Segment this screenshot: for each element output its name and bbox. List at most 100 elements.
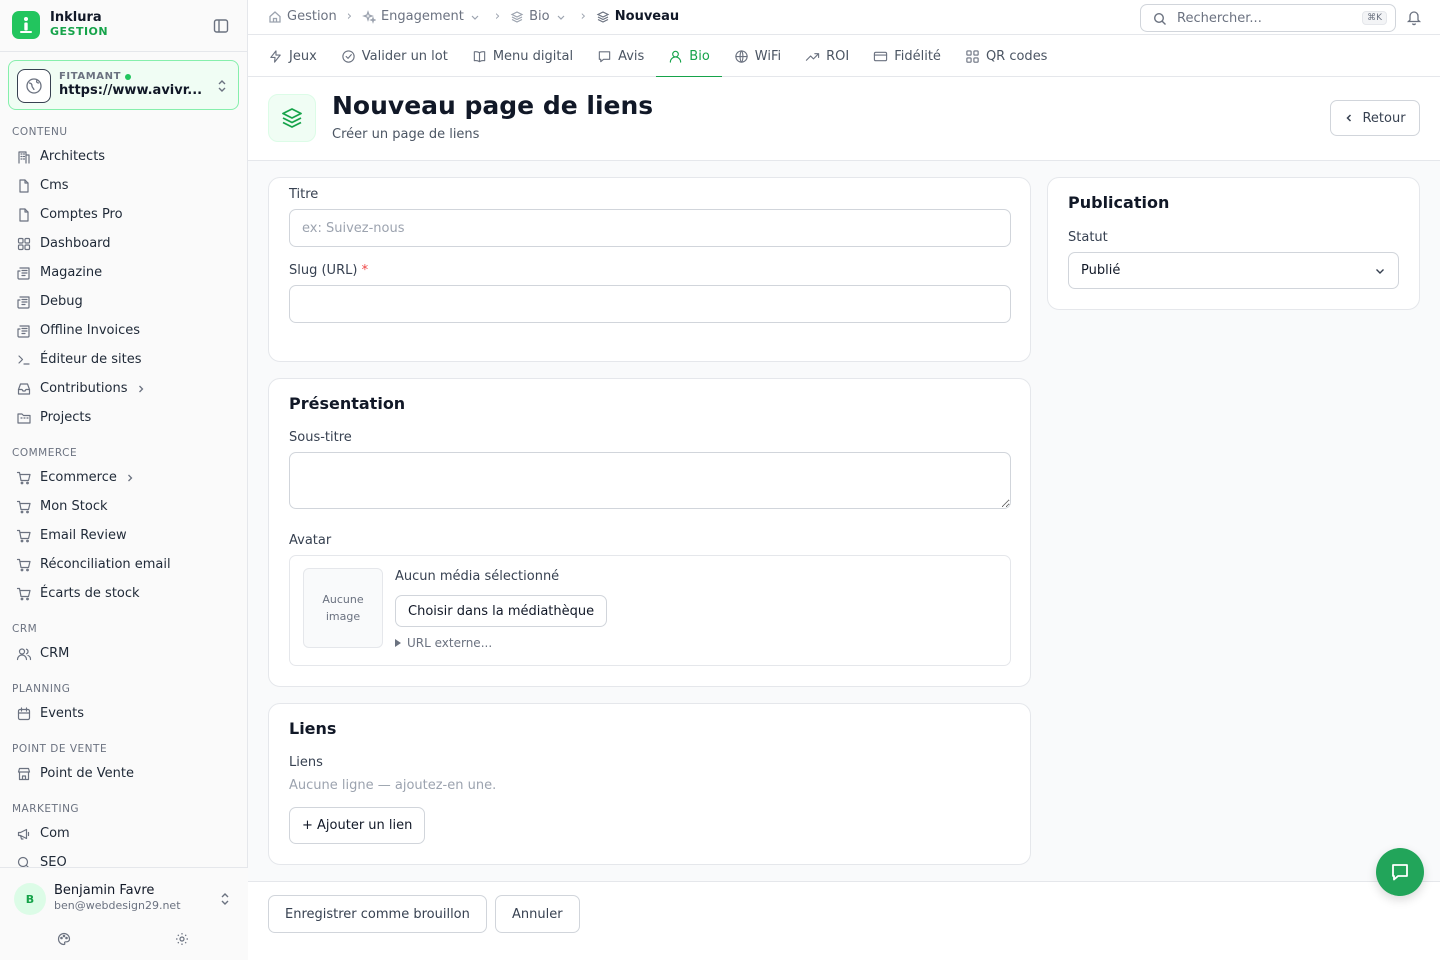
brand-logo-icon [12,11,40,39]
page-subtitle: Créer un page de liens [332,127,480,142]
newspaper-icon [17,295,30,309]
sidebar-toggle-icon[interactable] [212,17,230,35]
cart-icon [16,587,31,600]
calendar-icon [17,706,31,720]
sidebar-item-label: CRM [40,646,70,661]
statut-select[interactable]: Publié [1068,252,1399,289]
search-icon [17,856,30,867]
links-title: Liens [289,719,337,738]
tab-menu-digital[interactable]: Menu digital [460,35,585,77]
tab-jeux[interactable]: Jeux [256,35,329,77]
chat-button[interactable] [1376,848,1424,896]
breadcrumb-current: Nouveau [596,9,679,24]
tab-roi[interactable]: ROI [793,35,861,77]
site-label: FITAMANT [59,71,132,82]
sidebar-item-label: Projects [40,410,92,425]
terminal-icon [18,354,30,365]
chevron-right-icon [138,385,143,392]
sidebar-item-events[interactable]: Events [0,699,248,728]
chevrons-up-down-icon [216,78,228,94]
sidebar-item-architects[interactable]: Architects [0,142,248,171]
sidebar-divider [0,51,248,52]
presentation-title: Présentation [289,394,406,413]
sous-titre-textarea[interactable] [289,452,1011,509]
online-dot [125,73,132,80]
tab-fidelite[interactable]: Fidélité [861,35,953,77]
sidebar-item-seo[interactable]: SEO [0,848,248,867]
page-header: Nouveau page de liens Créer un page de l… [248,77,1440,161]
sidebar-item-crm[interactable]: CRM [0,639,248,668]
breadcrumb-home[interactable]: Gestion [268,9,337,24]
cart-icon [16,500,31,513]
user-name: Benjamin Favre [54,883,155,898]
sidebar-item-label: Magazine [40,265,103,280]
inbox-icon [17,382,31,395]
sidebar-item-label: Comptes Pro [40,207,123,222]
nav-section-planning: PLANNING [12,683,71,695]
sidebar-item-comptes-pro[interactable]: Comptes Pro [0,200,248,229]
tab-bio[interactable]: Bio [656,35,723,78]
chevrons-up-down-icon[interactable] [219,891,231,907]
brand[interactable]: Inklura GESTION [12,11,108,39]
nav-section-crm: CRM [12,623,38,635]
tab-qr-codes[interactable]: QR codes [953,35,1060,77]
tab-label: Bio [689,48,710,64]
caret-right-icon [395,639,401,647]
add-link-button[interactable]: + Ajouter un lien [289,807,426,844]
external-url-toggle[interactable]: URL externe... [395,636,492,650]
site-switcher[interactable]: FITAMANT https://www.avivr... [8,60,239,110]
links-empty-note: Aucune ligne — ajoutez-en une. [289,778,497,793]
sidebar-item-email-review[interactable]: Email Review [0,521,248,550]
sidebar-item-reconciliation-email[interactable]: Réconciliation email [0,550,248,579]
links-label: Liens [289,755,323,770]
slug-input[interactable] [289,285,1011,323]
sidebar-item-offline-invoices[interactable]: Offline Invoices [0,316,248,345]
sidebar-item-label: Réconciliation email [40,557,171,572]
user-menu[interactable]: B Benjamin Favre ben@webdesign29.net [0,867,248,960]
sidebar-item-ecarts-de-stock[interactable]: Écarts de stock [0,579,248,608]
sidebar-item-debug[interactable]: Debug [0,287,248,316]
check-circle-icon [342,49,355,63]
cart-icon [16,529,31,542]
form-footer: Enregistrer comme brouillon Annuler [248,881,1440,960]
brand-subtitle: GESTION [50,25,109,38]
sidebar-item-mon-stock[interactable]: Mon Stock [0,492,248,521]
avatar: B [14,883,46,915]
sidebar-item-point-de-vente[interactable]: Point de Vente [0,759,248,788]
sidebar-item-dashboard[interactable]: Dashboard [0,229,248,258]
sidebar-item-cms[interactable]: Cms [0,171,248,200]
titre-input[interactable] [289,209,1011,247]
tab-wifi[interactable]: WiFi [722,35,793,77]
breadcrumb-separator: › [494,9,501,24]
sidebar-item-com[interactable]: Com [0,819,248,848]
choose-media-button[interactable]: Choisir dans la médiathèque [395,595,608,627]
sidebar-nav: CONTENU Architects Cms Comptes Pro Dashboard… [0,122,248,867]
breadcrumb-engagement[interactable]: Engagement [362,9,485,24]
breadcrumb-separator: › [580,9,586,24]
layers-icon [510,10,524,23]
bell-icon[interactable] [1406,9,1422,26]
sidebar-item-magazine[interactable]: Magazine [0,258,248,287]
nav-section-commerce: COMMERCE [12,447,78,459]
media-status: Aucun média sélectionné [395,569,560,584]
search-input[interactable]: Rechercher... ⌘K [1140,4,1396,32]
sidebar-item-ecommerce[interactable]: Ecommerce [0,463,248,492]
breadcrumb-bio[interactable]: Bio [510,9,570,24]
tab-bar: Jeux Valider un lot Menu digital Avis Bio WiF… [248,35,1440,78]
sidebar-item-projects[interactable]: Projects [0,403,248,432]
save-draft-button[interactable]: Enregistrer comme brouillon [268,895,487,933]
brand-name: Inklura [50,10,102,25]
tab-avis[interactable]: Avis [585,35,656,77]
cart-icon [16,558,31,571]
building-icon [18,150,30,164]
cancel-button[interactable]: Annuler [495,895,580,933]
grid-icon [17,237,31,250]
gear-icon[interactable] [175,932,189,946]
tab-valider-un-lot[interactable]: Valider un lot [329,35,460,77]
back-button[interactable]: Retour [1330,100,1420,136]
sidebar-item-contributions[interactable]: Contributions [0,374,248,403]
sidebar-item-label: SEO [40,855,67,867]
palette-icon[interactable] [57,932,71,946]
avatar-label: Avatar [289,533,332,548]
sidebar-item-editeur-de-sites[interactable]: Éditeur de sites [0,345,248,374]
